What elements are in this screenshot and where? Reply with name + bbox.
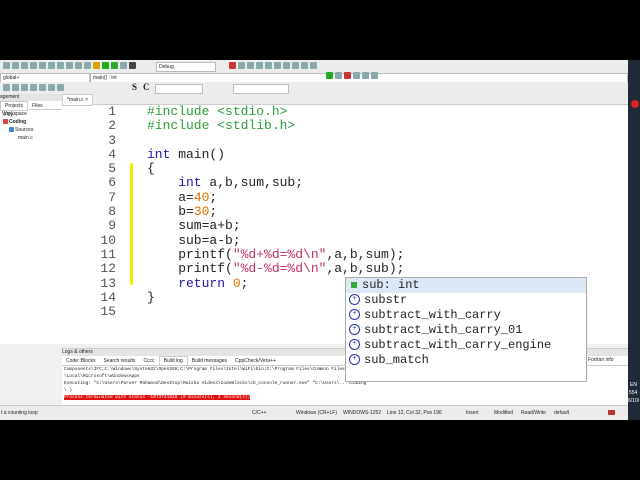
stop-icon[interactable]: [292, 62, 299, 69]
class-icon: +: [349, 294, 360, 306]
class-icon: +: [349, 354, 360, 366]
search-combo[interactable]: [155, 84, 203, 94]
step-out-icon[interactable]: [265, 62, 272, 69]
symbol-combo[interactable]: [233, 84, 289, 94]
status-hint: t a counting loop: [1, 410, 38, 416]
info-icon[interactable]: [310, 62, 317, 69]
paste-icon[interactable]: [66, 62, 73, 69]
log-line: \.): [64, 388, 73, 393]
build-target-select[interactable]: Debug: [156, 62, 216, 72]
source-code[interactable]: #include <stdio.h> #include <stdlib.h> i…: [147, 104, 404, 305]
autocomplete-item[interactable]: sub: int: [346, 278, 586, 293]
debug-windows-icon[interactable]: [301, 62, 308, 69]
autocomplete-item[interactable]: + sub_match: [346, 353, 586, 368]
autocomplete-item[interactable]: + substr: [346, 293, 586, 308]
log-error-line: Process terminated with status -10737415…: [64, 395, 251, 400]
debug-icon[interactable]: [229, 62, 236, 69]
autocomplete-item[interactable]: + subtract_with_carry_engine: [346, 338, 586, 353]
management-panel: agement Projects FilesFSy Workspace Codin…: [0, 94, 63, 344]
abort-icon[interactable]: [129, 62, 136, 69]
save-icon[interactable]: [21, 62, 28, 69]
replace-icon[interactable]: [84, 62, 91, 69]
tab-build-messages[interactable]: Build messages: [188, 357, 231, 365]
tab-cppcheck[interactable]: CppCheck/Vera++: [231, 357, 280, 365]
forward-icon[interactable]: [335, 72, 342, 79]
tray-language: EN: [630, 382, 637, 388]
undo-icon[interactable]: [30, 62, 37, 69]
line-numbers: 1 2 3 4 5 6 7 8 9 10 11 12 13 14 15: [100, 104, 116, 320]
tree-project-coding[interactable]: Coding: [2, 118, 62, 126]
tree-sources[interactable]: Sources: [2, 126, 62, 134]
status-eol: Windows (CR+LF): [296, 410, 337, 416]
status-mode: Insert: [466, 410, 479, 416]
status-bar: t a counting loop C/C++ Windows (CR+LF) …: [0, 405, 628, 420]
flag-icon: [608, 410, 615, 415]
zoom-in-icon[interactable]: [48, 84, 55, 91]
status-modified: Modified: [494, 410, 513, 416]
class-icon: +: [349, 339, 360, 351]
jump-icon[interactable]: [371, 72, 378, 79]
management-title: agement: [0, 94, 62, 101]
pause-icon[interactable]: [283, 62, 290, 69]
next-line-icon[interactable]: [247, 62, 254, 69]
autocomplete-item[interactable]: + subtract_with_carry: [346, 308, 586, 323]
status-profile: default: [554, 410, 570, 416]
find-icon[interactable]: [75, 62, 82, 69]
step-into-icon[interactable]: [256, 62, 263, 69]
taskbar: EN 554 6/10/: [628, 60, 640, 420]
box-icon[interactable]: [39, 84, 46, 91]
folder-icon: [9, 127, 14, 133]
tab-fortran-info[interactable]: Fortran info: [584, 356, 618, 365]
rebuild-icon[interactable]: [120, 62, 127, 69]
s-button[interactable]: S: [132, 82, 137, 92]
next-bookmark-icon[interactable]: [362, 72, 369, 79]
bookmark-icon[interactable]: [344, 72, 351, 79]
c-button[interactable]: C: [143, 82, 150, 92]
toggle-icon[interactable]: [21, 84, 28, 91]
redo-icon[interactable]: [39, 62, 46, 69]
status-language: C/C++: [252, 410, 267, 416]
class-icon: +: [349, 324, 360, 336]
tree-workspace[interactable]: Workspace: [2, 110, 62, 118]
next-instruction-icon[interactable]: [274, 62, 281, 69]
autocomplete-item[interactable]: + subtract_with_carry_01: [346, 323, 586, 338]
comment-icon[interactable]: [3, 84, 10, 91]
project-icon: [3, 119, 8, 125]
change-bar: [130, 163, 133, 285]
tree-file-main[interactable]: main.c: [2, 134, 62, 142]
class-icon: +: [349, 309, 360, 321]
zoom-out-icon[interactable]: [57, 84, 64, 91]
back-icon[interactable]: [326, 72, 333, 79]
open-icon[interactable]: [12, 62, 19, 69]
build-run-icon[interactable]: [111, 62, 118, 69]
status-position: Line 12, Col 32, Pos 196: [387, 410, 442, 416]
cut-icon[interactable]: [48, 62, 55, 69]
variable-icon: [351, 281, 357, 288]
tray-time: 554: [629, 390, 638, 396]
record-icon[interactable]: [631, 100, 639, 108]
tab-codeblocks-log[interactable]: Code::Blocks: [62, 357, 99, 365]
prev-bookmark-icon[interactable]: [353, 72, 360, 79]
status-encoding: WINDOWS-1252: [343, 410, 382, 416]
new-file-icon[interactable]: [3, 62, 10, 69]
run-icon[interactable]: [102, 62, 109, 69]
tab-build-log[interactable]: Build log: [158, 356, 188, 365]
run-to-cursor-icon[interactable]: [238, 62, 245, 69]
tab-cccc[interactable]: Cccc: [139, 357, 158, 365]
autocomplete-popup: sub: int + substr + subtract_with_carry + s…: [345, 277, 587, 382]
build-icon[interactable]: [93, 62, 100, 69]
tab-files[interactable]: Files: [28, 102, 47, 110]
status-readwrite: Read/Write: [521, 410, 546, 416]
tray-date: 6/10/: [628, 398, 640, 404]
copy-icon[interactable]: [57, 62, 64, 69]
uncomment-icon[interactable]: [12, 84, 19, 91]
block-icon[interactable]: [30, 84, 37, 91]
tab-search-results[interactable]: Search results: [99, 357, 139, 365]
